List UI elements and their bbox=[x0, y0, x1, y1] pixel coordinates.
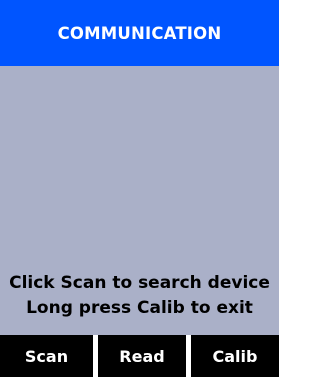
scan-button[interactable]: Scan bbox=[0, 335, 93, 377]
read-button[interactable]: Read bbox=[98, 335, 186, 377]
content-area: Click Scan to search device Long press C… bbox=[0, 66, 279, 335]
calib-button[interactable]: Calib bbox=[191, 335, 279, 377]
instructions: Click Scan to search device Long press C… bbox=[0, 271, 279, 321]
page-title: COMMUNICATION bbox=[57, 23, 222, 43]
instruction-line-exit: Long press Calib to exit bbox=[26, 298, 253, 318]
instruction-line-scan: Click Scan to search device bbox=[9, 273, 270, 293]
header-bar: COMMUNICATION bbox=[0, 0, 279, 66]
device-screen: COMMUNICATION Click Scan to search devic… bbox=[0, 0, 279, 377]
softkey-bar: Scan Read Calib bbox=[0, 335, 279, 377]
